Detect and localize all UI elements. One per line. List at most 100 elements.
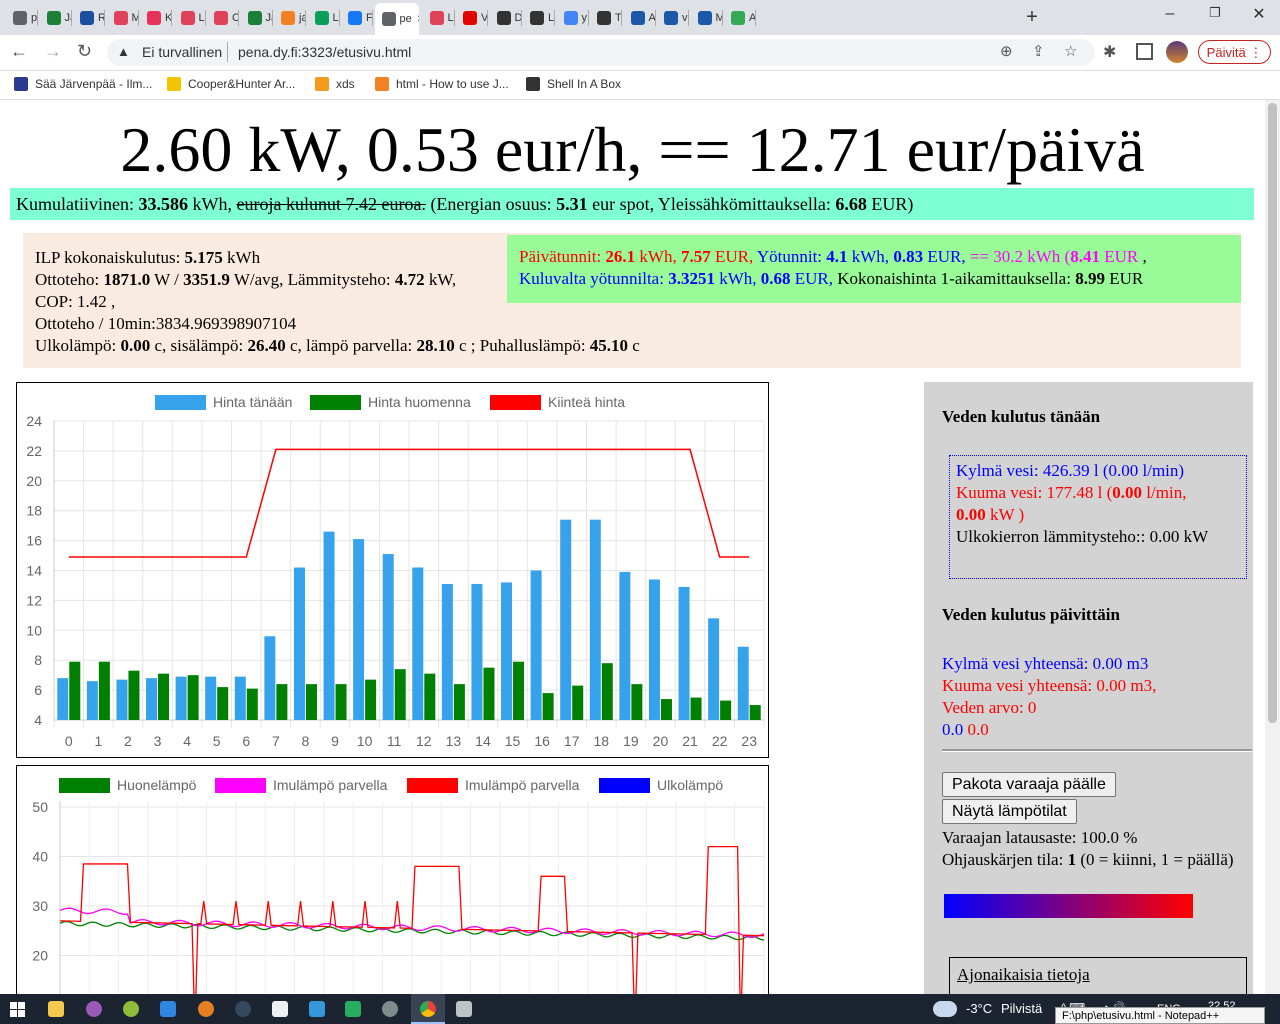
pocket-icon (214, 10, 228, 25)
bar (572, 685, 584, 720)
browser-tab[interactable]: L (423, 6, 454, 29)
bar (69, 661, 81, 720)
browser-tab[interactable]: Ja (241, 6, 272, 29)
browser-tab[interactable]: ja (274, 6, 305, 29)
browser-tab[interactable]: V (456, 6, 487, 29)
steam-icon[interactable] (235, 1001, 251, 1017)
water-value: Veden arvo: 0 (942, 698, 1037, 717)
scrollbar-thumb[interactable] (1268, 103, 1277, 723)
y-tick-label: 40 (32, 849, 48, 865)
app4-icon[interactable] (272, 1001, 288, 1017)
windows-start-icon[interactable] (10, 1002, 25, 1017)
bookmark-item[interactable]: Cooper&Hunter Ar... (167, 77, 295, 91)
chrome-taskbar-button[interactable] (411, 994, 445, 1024)
force-heater-button[interactable]: Pakota varaaja päälle (942, 772, 1116, 797)
browser-tab[interactable]: M (107, 6, 138, 29)
tab-separator (137, 10, 139, 26)
tab-separator (554, 10, 555, 26)
update-button[interactable]: Päivitä ⋮ (1198, 40, 1271, 64)
browser-tab[interactable]: A (624, 6, 655, 29)
tab-separator (520, 10, 522, 26)
profile-avatar[interactable] (1166, 41, 1188, 63)
bookmark-item[interactable]: html - How to use J... (375, 77, 509, 91)
close-tab-icon[interactable]: ✕ (417, 14, 419, 25)
bar (690, 697, 702, 720)
runtime-link[interactable]: Ajonaikaisia tietoja (957, 965, 1090, 984)
ohjaus-value: 1 (1067, 850, 1077, 869)
store-icon[interactable] (160, 1001, 176, 1017)
ilp-kok-value: 5.175 (184, 248, 223, 267)
app6-icon[interactable] (345, 1001, 361, 1017)
x-tick-label: 11 (387, 733, 402, 749)
close-window-icon[interactable]: ✕ (1244, 4, 1274, 24)
browser-tab[interactable]: D (490, 6, 521, 29)
kuluvalta-eur: 0.68 (760, 269, 791, 288)
x-tick-label: 18 (594, 733, 610, 749)
browser-tab[interactable]: y (557, 6, 588, 29)
browser-tab[interactable]: C (207, 6, 238, 29)
share-icon[interactable]: ⇪ (1032, 42, 1045, 60)
page-scrollbar[interactable] (1265, 100, 1280, 994)
browser-tab[interactable]: L (523, 6, 554, 29)
new-tab-button[interactable]: + (1021, 6, 1043, 28)
show-temperatures-button[interactable]: Näytä lämpötilat (942, 799, 1077, 824)
app3-icon[interactable] (198, 1001, 214, 1017)
notepad-preview[interactable]: F:\php\etusivu.html - Notepad++ (1055, 1007, 1265, 1024)
zoom-icon[interactable]: ⊕ (1000, 42, 1013, 60)
wikipedia-icon (597, 10, 611, 25)
bar (86, 681, 98, 720)
browser-tab[interactable]: F (341, 6, 372, 29)
hot-suffix: kW ) (990, 505, 1025, 524)
legend-label: Imulämpö parvella (273, 777, 388, 793)
browser-tab[interactable]: K (140, 6, 171, 29)
browser-tab[interactable]: L (174, 6, 205, 29)
browser-tab[interactable]: p (6, 6, 37, 29)
y-tick-label: 4 (34, 712, 42, 728)
reload-icon[interactable]: ↻ (77, 41, 99, 63)
tab-separator (755, 10, 756, 26)
browser-tab[interactable]: v (657, 6, 688, 29)
charge-gradient-bar (944, 894, 1193, 918)
browser-tab[interactable]: R (73, 6, 104, 29)
browser-tab[interactable]: L (308, 6, 339, 29)
browser-tab[interactable]: Ja (40, 6, 71, 29)
address-bar: ← → ↻ ▲ Ei turvallinen pena.dy.fi:3323/e… (0, 35, 1280, 71)
side-divider (942, 749, 1252, 752)
bar (175, 676, 187, 720)
minimize-icon[interactable]: – (1155, 5, 1185, 25)
extensions-icon[interactable]: ✱ (1103, 42, 1116, 62)
calculator-icon[interactable] (456, 1001, 472, 1017)
app-icon[interactable] (86, 1001, 102, 1017)
sisa-label: c, sisälämpö: (154, 336, 244, 355)
x-tick-label: 14 (475, 733, 491, 749)
browser-tab[interactable]: M (691, 6, 722, 29)
forward-icon[interactable]: → (44, 41, 66, 63)
bookmark-item[interactable]: Shell In A Box (526, 77, 621, 91)
browser-tab[interactable]: A (724, 6, 755, 29)
app7-icon[interactable] (382, 1001, 398, 1017)
y-tick-label: 10 (26, 622, 42, 638)
bookmark-item[interactable]: xds (315, 77, 355, 91)
bookmark-item[interactable]: Sää Järvenpää - Ilm... (14, 77, 152, 91)
bar (530, 570, 542, 720)
bar (720, 700, 732, 720)
browser-tab[interactable]: T (590, 6, 621, 29)
bar (708, 618, 720, 720)
day-night-panel: Päivätunnit: 26.1 kWh, 7.57 EUR, Yötunni… (507, 235, 1241, 303)
sidepanel-icon[interactable] (1136, 43, 1153, 60)
temperature-chart-svg: Huonelämpö Imulämpö parvella Imulämpö parv… (32, 777, 765, 994)
app5-icon[interactable] (309, 1001, 325, 1017)
x-tick-label: 15 (505, 733, 521, 749)
browser-tab[interactable]: pe ✕ (374, 3, 419, 35)
ilp-otto-avg-unit: W/avg, Lämmitysteho: (233, 270, 391, 289)
tot-eur-unit: EUR (1104, 247, 1139, 266)
kumul-kwh-unit: kWh, (192, 194, 232, 214)
back-icon[interactable]: ← (10, 41, 32, 63)
url-text[interactable]: pena.dy.fi:3323/etusivu.html (238, 44, 411, 60)
omnibox[interactable]: ▲ Ei turvallinen pena.dy.fi:3323/etusivu… (107, 39, 1095, 66)
star-icon[interactable]: ☆ (1064, 42, 1077, 60)
app2-icon[interactable] (123, 1001, 139, 1017)
restore-icon[interactable]: ❐ (1200, 5, 1230, 25)
explorer-icon[interactable] (48, 1001, 64, 1017)
x-tick-label: 2 (124, 733, 132, 749)
